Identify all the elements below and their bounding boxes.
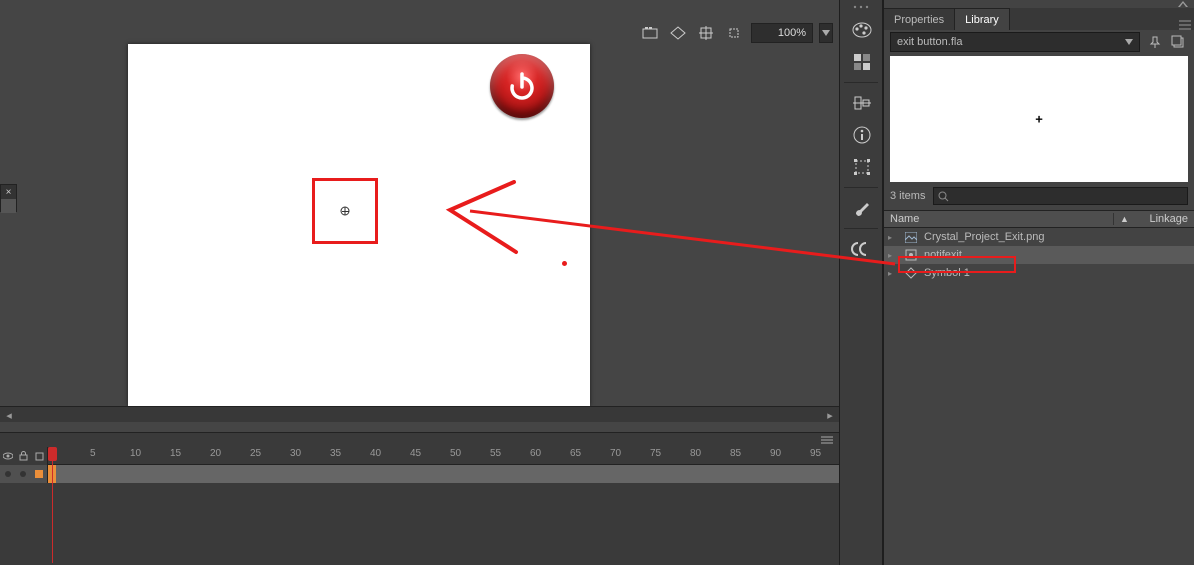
symbol-selection-box[interactable] <box>312 178 378 244</box>
item-count-label: 3 items <box>890 190 925 202</box>
clip-icon[interactable] <box>723 22 745 44</box>
close-icon[interactable]: × <box>1 185 16 199</box>
brush-icon[interactable] <box>840 192 884 224</box>
cc-icon[interactable] <box>840 233 884 265</box>
registration-cross-icon: + <box>1035 112 1043 127</box>
ruler-frame-number: 40 <box>370 448 381 459</box>
align-icon[interactable] <box>840 87 884 119</box>
timeline-panel: 15101520253035404550556065707580859095 <box>0 432 839 565</box>
library-panel: Properties Library exit button.fla + 3 i… <box>883 0 1194 565</box>
library-list-header: Name ▲ Linkage <box>884 210 1194 228</box>
zoom-dropdown[interactable] <box>819 23 833 43</box>
stage-area: 100% ◂ ▸ × <box>0 0 839 565</box>
ruler-frame-number: 35 <box>330 448 341 459</box>
library-doc-row: exit button.fla <box>884 30 1194 54</box>
stage-viewport: 100% ◂ ▸ <box>0 0 839 422</box>
outline-icon[interactable] <box>35 452 44 461</box>
ruler-frame-number: 95 <box>810 448 821 459</box>
library-search-input[interactable] <box>933 187 1188 205</box>
library-item[interactable]: ▸ notifexit <box>884 246 1194 264</box>
library-preview[interactable]: + <box>890 56 1188 182</box>
power-button-symbol[interactable] <box>490 54 554 118</box>
timeline-ruler[interactable]: 15101520253035404550556065707580859095 <box>48 447 839 465</box>
timeline-layer-row[interactable] <box>0 465 839 483</box>
ruler-frame-number: 65 <box>570 448 581 459</box>
timeline-header: 15101520253035404550556065707580859095 <box>0 447 839 465</box>
new-library-icon[interactable] <box>1168 32 1188 52</box>
ruler-frame-number: 25 <box>250 448 261 459</box>
timeline-frames[interactable] <box>48 465 839 483</box>
ruler-frame-number: 90 <box>770 448 781 459</box>
ruler-frame-number: 5 <box>90 448 96 459</box>
floating-close-panel[interactable]: × <box>0 184 17 212</box>
ruler-frame-number: 10 <box>130 448 141 459</box>
graphic-icon <box>904 267 918 279</box>
library-item[interactable]: ▸ Symbol 1 <box>884 264 1194 282</box>
library-item-list: ▸ Crystal_Project_Exit.png ▸ notifexit ▸… <box>884 228 1194 282</box>
info-icon[interactable] <box>840 119 884 151</box>
ruler-frame-number: 15 <box>170 448 181 459</box>
panel-tabs: Properties Library <box>884 8 1194 30</box>
ruler-frame-number: 70 <box>610 448 621 459</box>
zoom-input[interactable]: 100% <box>751 23 813 43</box>
document-dropdown[interactable]: exit button.fla <box>890 32 1140 52</box>
panel-collapse-icon[interactable] <box>884 0 1194 8</box>
ruler-frame-number: 55 <box>490 448 501 459</box>
layer-header-controls <box>0 447 48 465</box>
ruler-frame-number: 85 <box>730 448 741 459</box>
stage-h-scrollbar[interactable]: ◂ ▸ <box>0 406 839 422</box>
tab-library[interactable]: Library <box>955 8 1010 30</box>
movieclip-icon <box>904 249 918 261</box>
ruler-frame-number: 20 <box>210 448 221 459</box>
panel-menu-icon[interactable] <box>1176 20 1194 30</box>
library-count-row: 3 items <box>890 186 1188 206</box>
swatches-icon[interactable] <box>840 14 884 46</box>
column-linkage[interactable]: ▲ Linkage <box>1114 213 1194 225</box>
fit-icon[interactable] <box>695 22 717 44</box>
panel-grip-icon[interactable] <box>840 0 882 14</box>
color-icon[interactable] <box>840 46 884 78</box>
library-item-name: notifexit <box>924 249 1190 261</box>
pin-icon[interactable] <box>1144 32 1164 52</box>
right-tool-column <box>839 0 883 565</box>
ruler-frame-number: 60 <box>530 448 541 459</box>
stage-toolbar: 100% <box>639 22 833 44</box>
layer-toggles[interactable] <box>0 465 48 483</box>
transform-icon[interactable] <box>840 151 884 183</box>
edit-symbol-icon[interactable] <box>667 22 689 44</box>
tab-properties[interactable]: Properties <box>884 8 955 30</box>
bitmap-icon <box>904 232 918 243</box>
library-item-name: Crystal_Project_Exit.png <box>924 231 1190 243</box>
ruler-frame-number: 30 <box>290 448 301 459</box>
column-name[interactable]: Name <box>884 213 1114 225</box>
ruler-frame-number: 50 <box>450 448 461 459</box>
library-item-name: Symbol 1 <box>924 267 1190 279</box>
eye-icon[interactable] <box>3 451 13 461</box>
document-name: exit button.fla <box>897 36 962 48</box>
timeline-menu-icon[interactable] <box>819 435 835 445</box>
edit-scene-icon[interactable] <box>639 22 661 44</box>
lock-icon[interactable] <box>19 451 28 461</box>
ruler-frame-number: 75 <box>650 448 661 459</box>
library-item[interactable]: ▸ Crystal_Project_Exit.png <box>884 228 1194 246</box>
annotation-dot <box>562 261 567 266</box>
ruler-frame-number: 80 <box>690 448 701 459</box>
playhead[interactable] <box>52 447 53 563</box>
ruler-frame-number: 45 <box>410 448 421 459</box>
